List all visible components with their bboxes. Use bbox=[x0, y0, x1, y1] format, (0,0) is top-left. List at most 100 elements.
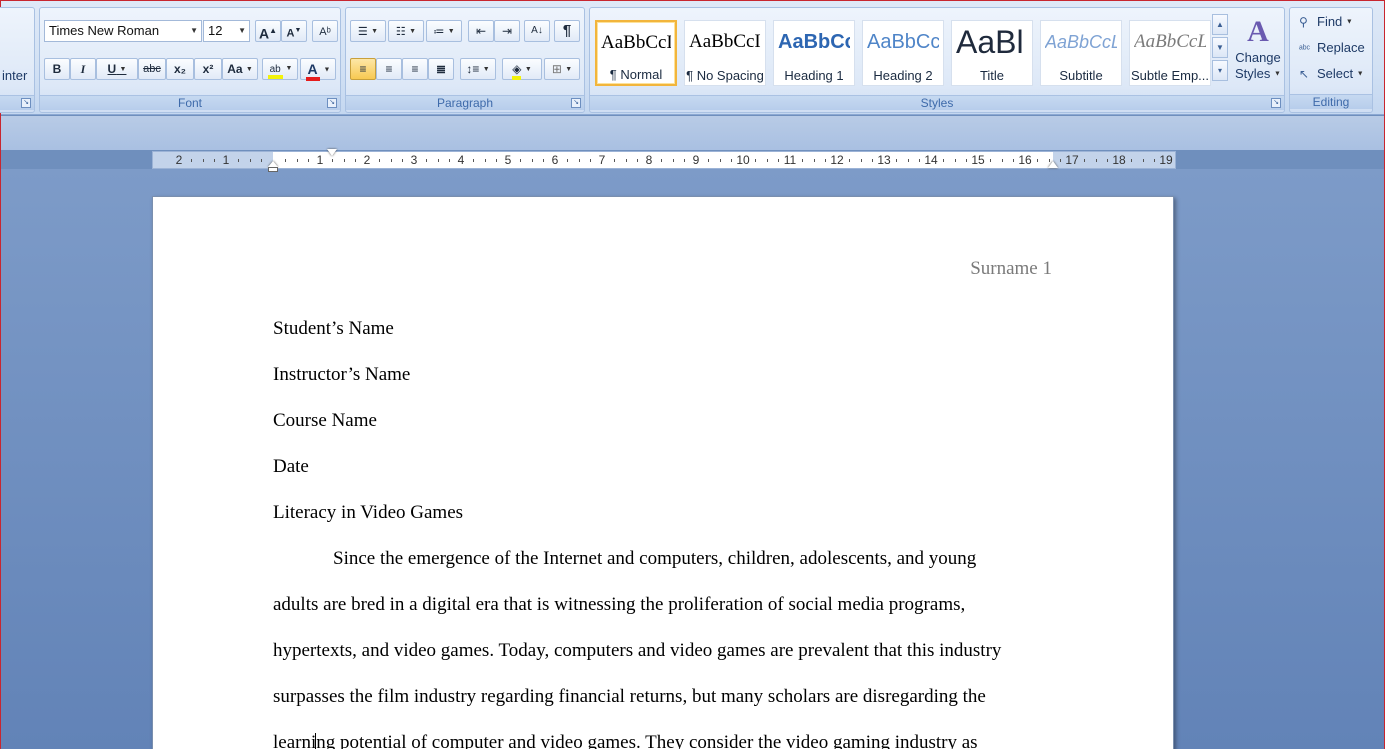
first-line-indent-marker-icon[interactable] bbox=[327, 149, 337, 156]
ribbon: inter ↘ Times New Roman ▼ 12 ▼ A▲ A▼ Aᵇ … bbox=[0, 1, 1384, 115]
ruler-number: 2 bbox=[175, 153, 183, 167]
grow-font-button[interactable]: A▲ bbox=[255, 20, 281, 42]
strikethrough-button[interactable]: abc bbox=[138, 58, 166, 80]
ruler-tick bbox=[426, 159, 427, 162]
font-launcher-icon[interactable]: ↘ bbox=[327, 98, 337, 108]
find-button[interactable]: ⚲ Find ▼ bbox=[1299, 11, 1353, 33]
styles-more-button[interactable]: ▾ bbox=[1212, 60, 1228, 81]
underline-button[interactable]: U ▼ bbox=[96, 58, 138, 80]
ruler-tick bbox=[1096, 159, 1097, 162]
align-left-button[interactable]: ≡ bbox=[350, 58, 376, 80]
format-painter-button[interactable]: inter bbox=[2, 68, 27, 83]
document-line[interactable]: Student’s Name bbox=[273, 317, 394, 341]
ruler-tick bbox=[590, 159, 591, 162]
align-left-icon: ≡ bbox=[359, 62, 367, 76]
change-styles-label-2-row: Styles ▼ bbox=[1232, 66, 1284, 83]
ruler-tick bbox=[261, 159, 262, 162]
left-indent-marker-icon[interactable] bbox=[268, 167, 278, 172]
replace-button[interactable]: ᵃᵇᶜ Replace bbox=[1299, 37, 1365, 59]
font-name-combo[interactable]: Times New Roman ▼ bbox=[44, 20, 202, 42]
line-spacing-button[interactable]: ↕≡ ▼ bbox=[460, 58, 496, 80]
justify-icon: ≣ bbox=[435, 62, 447, 76]
styles-group-label: Styles bbox=[590, 95, 1284, 110]
styles-scroll-up-button[interactable]: ▲ bbox=[1212, 14, 1228, 35]
align-right-button[interactable]: ≡ bbox=[402, 58, 428, 80]
ruler-tick bbox=[344, 159, 345, 162]
style-subtitle[interactable]: AaBbCcL Subtitle bbox=[1040, 20, 1122, 86]
highlighter-icon: ab bbox=[267, 63, 283, 79]
change-styles-button[interactable]: A Change Styles ▼ bbox=[1232, 14, 1284, 94]
document-line[interactable]: Since the emergence of the Internet and … bbox=[333, 547, 976, 571]
clipboard-launcher-icon[interactable]: ↘ bbox=[21, 98, 31, 108]
ruler-number: 8 bbox=[645, 153, 653, 167]
clear-formatting-button[interactable]: Aᵇ bbox=[312, 20, 338, 42]
bullets-button[interactable]: ☰ ▼ bbox=[350, 20, 386, 42]
line-spacing-icon: ↕≡ bbox=[466, 62, 480, 76]
select-label: Select bbox=[1317, 66, 1354, 81]
document-line[interactable]: Instructor’s Name bbox=[273, 363, 410, 387]
change-case-button[interactable]: Aa ▼ bbox=[222, 58, 258, 80]
styles-launcher-icon[interactable]: ↘ bbox=[1271, 98, 1281, 108]
italic-button[interactable]: I bbox=[70, 58, 96, 80]
style-sample: AaBbCcI bbox=[689, 31, 761, 52]
paragraph-launcher-icon[interactable]: ↘ bbox=[571, 98, 581, 108]
chevron-down-icon: ▼ bbox=[565, 65, 573, 73]
style-name: ¶ No Spacing bbox=[686, 68, 764, 83]
document-line[interactable]: adults are bred in a digital era that is… bbox=[273, 593, 965, 617]
numbering-button[interactable]: ☷ ▼ bbox=[388, 20, 424, 42]
change-case-icon: Aa bbox=[227, 62, 243, 76]
select-button[interactable]: ↖ Select ▼ bbox=[1299, 63, 1364, 85]
bold-button[interactable]: B bbox=[44, 58, 70, 80]
document-line[interactable]: Course Name bbox=[273, 409, 377, 433]
document-line[interactable]: Literacy in Video Games bbox=[273, 501, 463, 525]
style-normal[interactable]: AaBbCcI ¶ Normal bbox=[595, 20, 677, 86]
style-title[interactable]: AaBl Title bbox=[951, 20, 1033, 86]
shrink-font-button[interactable]: A▼ bbox=[281, 20, 307, 42]
document-line[interactable]: hypertexts, and video games. Today, comp… bbox=[273, 639, 1001, 663]
ruler-tick bbox=[579, 159, 580, 162]
font-size-combo[interactable]: 12 ▼ bbox=[203, 20, 250, 42]
style-sample: AaBbCcI bbox=[601, 32, 671, 53]
shading-button[interactable]: ◈ ▼ bbox=[502, 58, 542, 80]
binoculars-icon: ⚲ bbox=[1299, 15, 1308, 29]
style-no-spacing[interactable]: AaBbCcI ¶ No Spacing bbox=[684, 20, 766, 86]
align-center-icon: ≡ bbox=[385, 62, 393, 76]
ruler-tick bbox=[825, 159, 826, 162]
clear-formatting-icon: Aᵇ bbox=[319, 26, 331, 38]
decrease-indent-button[interactable]: ⇤ bbox=[468, 20, 494, 42]
page-header[interactable]: Surname 1 bbox=[970, 258, 1052, 280]
document-page[interactable]: Surname 1 Student’s Name Instructor’s Na… bbox=[152, 196, 1174, 749]
style-subtle-emphasis[interactable]: AaBbCcL Subtle Emp... bbox=[1129, 20, 1211, 86]
ruler-number: 11 bbox=[783, 153, 797, 167]
document-line[interactable]: learning potential of computer and video… bbox=[273, 731, 978, 749]
sort-button[interactable]: A↓ bbox=[524, 20, 550, 42]
align-center-button[interactable]: ≡ bbox=[376, 58, 402, 80]
replace-icon: ᵃᵇᶜ bbox=[1299, 44, 1311, 55]
document-line[interactable]: Date bbox=[273, 455, 309, 479]
change-styles-icon: A bbox=[1247, 15, 1269, 48]
styles-scroll-down-button[interactable]: ▼ bbox=[1212, 37, 1228, 58]
style-heading-2[interactable]: AaBbCc Heading 2 bbox=[862, 20, 944, 86]
highlight-button[interactable]: ab ▼ bbox=[262, 58, 298, 80]
superscript-button[interactable]: x² bbox=[194, 58, 222, 80]
right-indent-marker-icon[interactable] bbox=[1048, 161, 1058, 168]
font-color-icon: A bbox=[305, 61, 320, 81]
paragraph-group-label: Paragraph bbox=[346, 95, 584, 110]
ruler-number: 19 bbox=[1159, 153, 1173, 167]
ruler-number: 14 bbox=[924, 153, 938, 167]
borders-button[interactable]: ⊞ ▼ bbox=[544, 58, 580, 80]
subscript-button[interactable]: x₂ bbox=[166, 58, 194, 80]
ruler-tick bbox=[814, 159, 815, 162]
show-marks-button[interactable]: ¶ bbox=[554, 20, 580, 42]
strikethrough-icon: abc bbox=[143, 63, 161, 75]
document-line[interactable]: surpasses the film industry regarding fi… bbox=[273, 685, 986, 709]
ruler-tick bbox=[473, 159, 474, 162]
style-heading-1[interactable]: AaBbCc Heading 1 bbox=[773, 20, 855, 86]
ruler-tick bbox=[943, 159, 944, 162]
horizontal-ruler[interactable]: 2 1 1 2 3 4 5 6 7 8 9 10 11 12 13 14 15 16 17 18 19 bbox=[152, 149, 1176, 172]
justify-button[interactable]: ≣ bbox=[428, 58, 454, 80]
increase-indent-button[interactable]: ⇥ bbox=[494, 20, 520, 42]
multilevel-list-button[interactable]: ≔ ▼ bbox=[426, 20, 462, 42]
font-color-button[interactable]: A ▼ bbox=[300, 58, 336, 81]
ruler-tick bbox=[955, 159, 956, 162]
